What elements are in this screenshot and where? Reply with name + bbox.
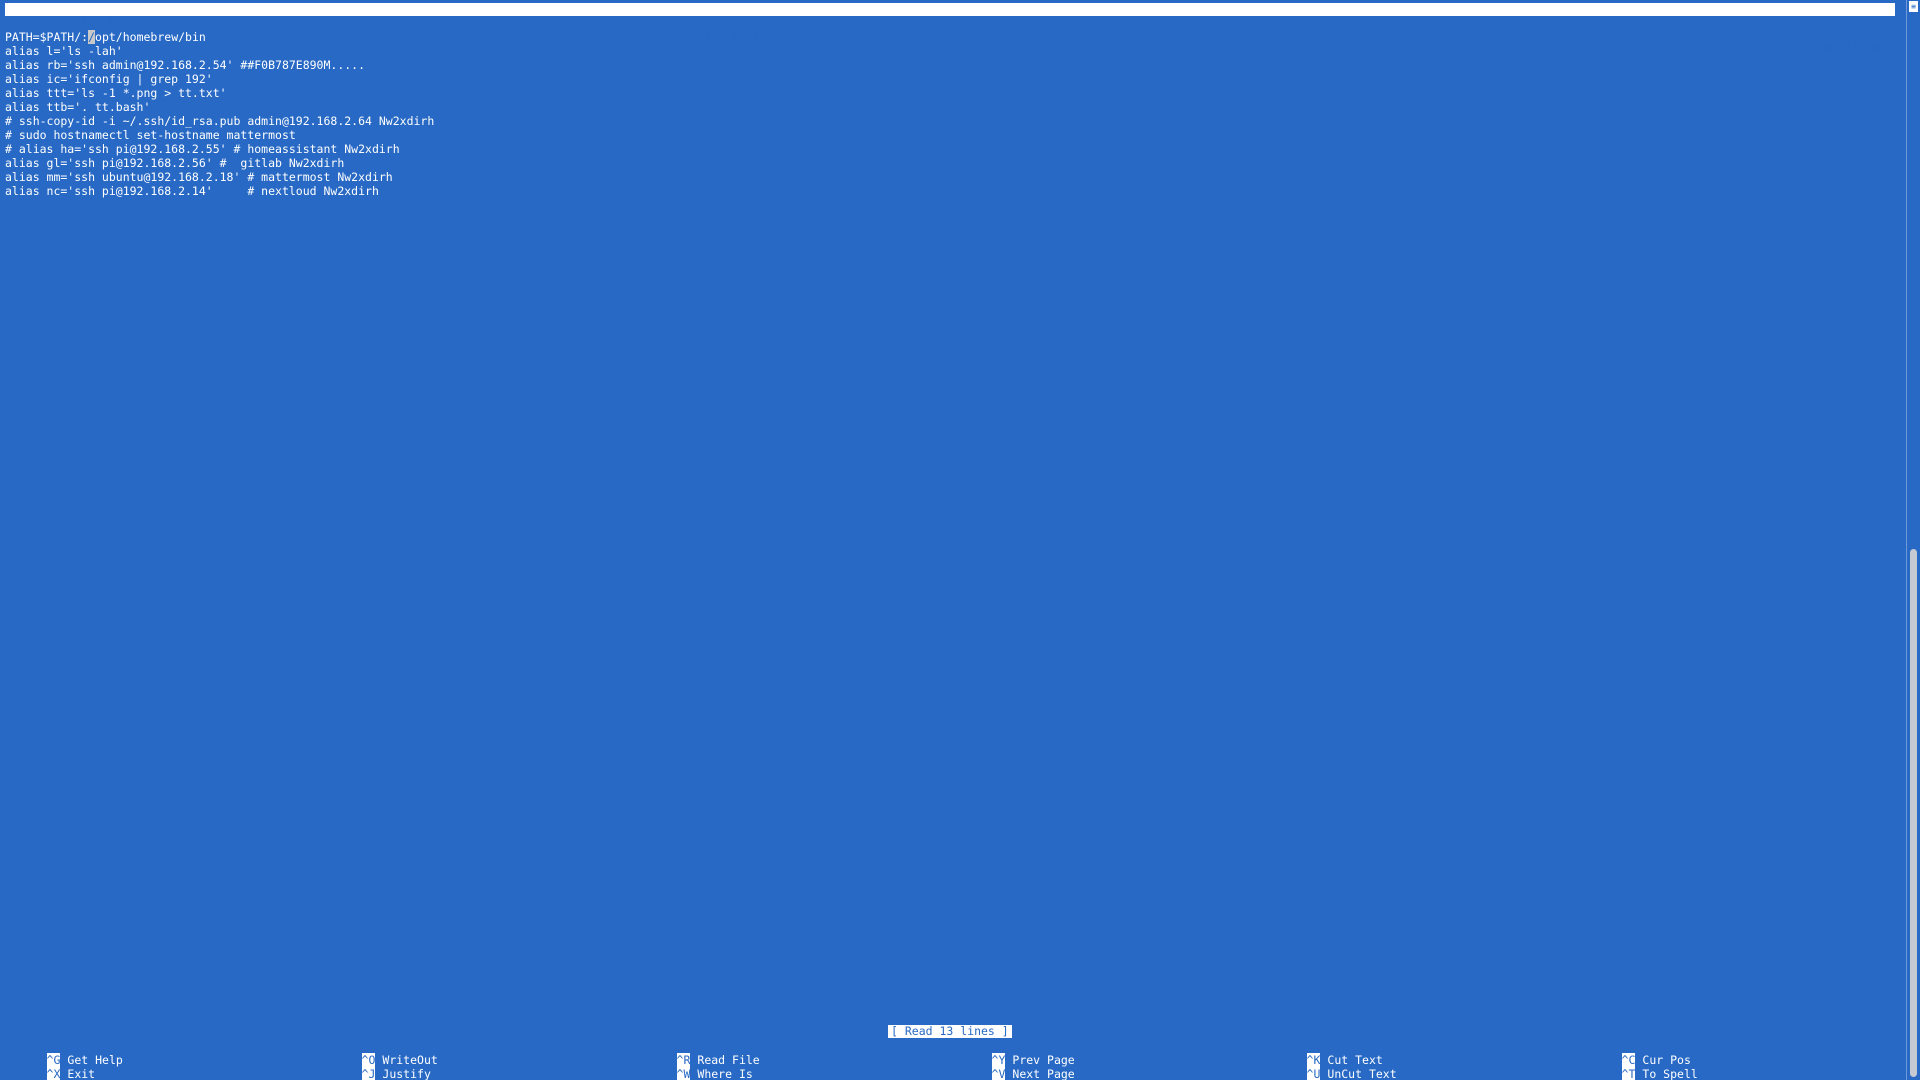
shortcut-key: ^W xyxy=(676,1067,691,1080)
shortcut-label: Where Is xyxy=(697,1067,753,1080)
nano-title-bar: GNU nano 2.0.6 File: .bash_profile Modif… xyxy=(5,3,1895,55)
status-message: [ Read 13 lines ] xyxy=(888,1025,1012,1038)
editor-line[interactable]: alias l='ls -lah' xyxy=(5,44,1895,58)
shortcut-read-file[interactable]: ^R Read File xyxy=(635,1039,760,1067)
shortcut-key: ^J xyxy=(361,1067,376,1080)
shortcut-label: Exit xyxy=(67,1067,96,1080)
line-text-before-cursor: PATH=$PATH/: xyxy=(5,30,89,44)
shortcut-to-spell[interactable]: ^T To Spell xyxy=(1580,1053,1698,1080)
shortcut-bar: ^G Get Help ^X Exit ^O WriteOut ^J Justify ^… xyxy=(5,1039,1895,1080)
text-cursor[interactable]: / xyxy=(88,30,96,44)
shortcut-label: Next Page xyxy=(1012,1067,1075,1080)
shortcut-where-is[interactable]: ^W Where Is xyxy=(635,1053,753,1080)
shortcut-cut-text[interactable]: ^K Cut Text xyxy=(1265,1039,1383,1067)
editor-line[interactable]: # ssh-copy-id -i ~/.ssh/id_rsa.pub admin… xyxy=(5,114,1895,128)
shortcut-key: ^V xyxy=(991,1067,1006,1080)
editor-line[interactable]: alias ttt='ls -1 *.png > tt.txt' xyxy=(5,86,1895,100)
shortcut-exit[interactable]: ^X Exit xyxy=(5,1053,95,1080)
editor-line[interactable]: # alias ha='ssh pi@192.168.2.55' # homea… xyxy=(5,142,1895,156)
shortcut-cur-pos[interactable]: ^C Cur Pos xyxy=(1580,1039,1691,1067)
editor-line[interactable]: alias ttb='. tt.bash' xyxy=(5,100,1895,114)
editor-line[interactable]: alias nc='ssh pi@192.168.2.14' # nextlou… xyxy=(5,184,1895,198)
shortcut-prev-page[interactable]: ^Y Prev Page xyxy=(950,1039,1075,1067)
shortcut-label: To Spell xyxy=(1642,1067,1698,1080)
shortcut-justify[interactable]: ^J Justify xyxy=(320,1053,431,1080)
editor-line[interactable]: alias gl='ssh pi@192.168.2.56' # gitlab … xyxy=(5,156,1895,170)
shortcut-key: ^U xyxy=(1306,1067,1321,1080)
editor-line[interactable]: alias mm='ssh ubuntu@192.168.2.18' # mat… xyxy=(5,170,1895,184)
menu-icon[interactable]: ≡ xyxy=(1909,1,1918,12)
shortcut-next-page[interactable]: ^V Next Page xyxy=(950,1053,1075,1080)
editor-text-area[interactable]: PATH=$PATH/:/opt/homebrew/bin alias l='l… xyxy=(5,30,1895,1020)
vertical-scrollbar[interactable]: ≡ xyxy=(1906,0,1920,1080)
terminal-window[interactable]: GNU nano 2.0.6 File: .bash_profile Modif… xyxy=(0,0,1906,1080)
shortcut-get-help[interactable]: ^G Get Help xyxy=(5,1039,123,1067)
editor-line[interactable]: alias rb='ssh admin@192.168.2.54' ##F0B7… xyxy=(5,58,1895,72)
scrollbar-thumb[interactable] xyxy=(1910,549,1917,1077)
editor-line[interactable]: PATH=$PATH/:/opt/homebrew/bin xyxy=(5,30,1895,44)
line-text-after-cursor: opt/homebrew/bin xyxy=(95,30,206,44)
editor-line[interactable]: alias ic='ifconfig | grep 192' xyxy=(5,72,1895,86)
shortcut-key: ^T xyxy=(1621,1067,1636,1080)
shortcut-writeout[interactable]: ^O WriteOut xyxy=(320,1039,438,1067)
shortcut-uncut-text[interactable]: ^U UnCut Text xyxy=(1265,1053,1397,1080)
shortcut-label: Justify xyxy=(382,1067,431,1080)
editor-line[interactable]: # sudo hostnamectl set-hostname mattermo… xyxy=(5,128,1895,142)
shortcut-key: ^X xyxy=(46,1067,61,1080)
shortcut-label: UnCut Text xyxy=(1327,1067,1397,1080)
app-name: GNU nano 2.0.6 xyxy=(19,15,116,29)
